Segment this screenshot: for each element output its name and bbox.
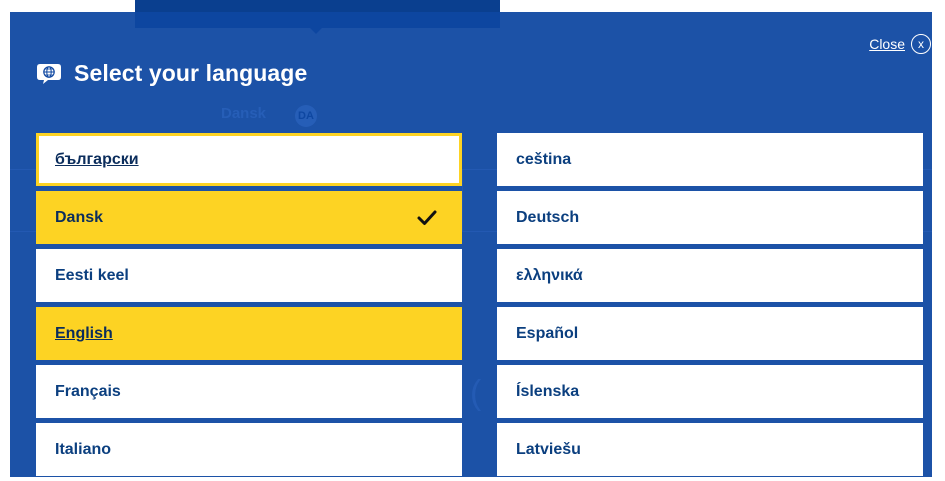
language-label: Eesti keel bbox=[55, 266, 129, 284]
language-list-right: ceština Deutsch ελληνικά Español Íslensk… bbox=[497, 133, 923, 481]
language-label: ελληνικά bbox=[516, 266, 583, 284]
language-label: български bbox=[55, 150, 139, 168]
language-option-bulgarian[interactable]: български bbox=[36, 133, 462, 186]
language-label: Deutsch bbox=[516, 208, 580, 226]
language-option-danish[interactable]: Dansk bbox=[36, 191, 462, 244]
language-option-greek[interactable]: ελληνικά bbox=[497, 249, 923, 302]
background-language-code-badge: DA bbox=[295, 105, 317, 127]
language-label: Español bbox=[516, 324, 579, 342]
language-option-german[interactable]: Deutsch bbox=[497, 191, 923, 244]
language-option-icelandic[interactable]: Íslenska bbox=[497, 365, 923, 418]
language-option-spanish[interactable]: Español bbox=[497, 307, 923, 360]
globe-chat-icon bbox=[36, 63, 62, 85]
background-divider bbox=[462, 169, 463, 231]
dialog-title: Select your language bbox=[74, 60, 308, 86]
language-option-czech[interactable]: ceština bbox=[497, 133, 923, 186]
close-circle-icon[interactable]: x bbox=[911, 34, 931, 54]
language-option-italian[interactable]: Italiano bbox=[36, 423, 462, 476]
language-list-left: български Dansk Eesti keel English Franç… bbox=[36, 133, 462, 481]
language-label: English bbox=[55, 324, 113, 342]
checkmark-icon bbox=[416, 207, 438, 229]
language-label: Dansk bbox=[55, 208, 104, 226]
language-label: Latviešu bbox=[516, 440, 581, 458]
language-label: ceština bbox=[516, 150, 572, 168]
language-option-latvian[interactable]: Latviešu bbox=[497, 423, 923, 476]
background-glyph: ( bbox=[470, 374, 482, 412]
language-option-french[interactable]: Français bbox=[36, 365, 462, 418]
close-link[interactable]: Close bbox=[869, 36, 905, 52]
language-label: Français bbox=[55, 382, 121, 400]
dialog-header: Select your language bbox=[36, 60, 307, 87]
language-option-english[interactable]: English bbox=[36, 307, 462, 360]
language-label: Íslenska bbox=[516, 382, 580, 400]
background-current-language: Dansk bbox=[221, 105, 267, 122]
language-label: Italiano bbox=[55, 440, 112, 458]
close-button[interactable]: Close x bbox=[869, 34, 931, 54]
language-option-estonian[interactable]: Eesti keel bbox=[36, 249, 462, 302]
